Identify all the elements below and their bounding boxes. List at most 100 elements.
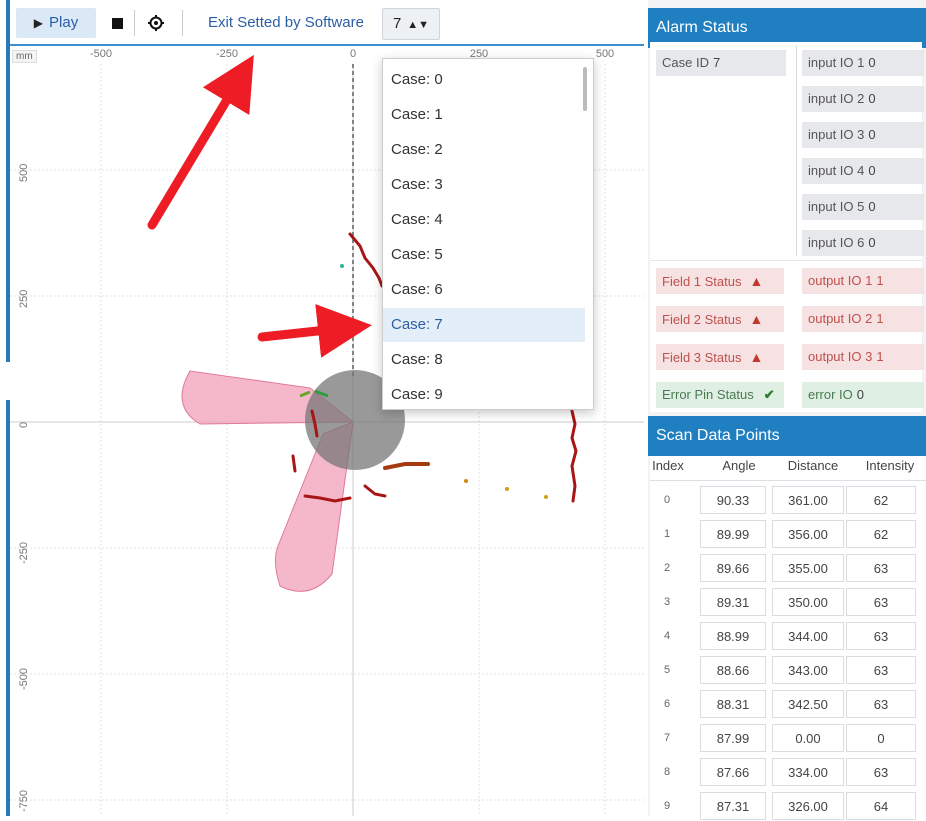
case-dropdown-menu: Case: 0 Case: 1 Case: 2 Case: 3 Case: 4 …	[382, 58, 594, 410]
input-io-label: input IO 2	[808, 91, 865, 106]
output-io-label: output IO 2	[808, 311, 873, 326]
input-io-chip: input IO 50	[802, 194, 924, 220]
output-io-label: output IO 3	[808, 349, 873, 364]
column-header: Angle	[722, 458, 756, 473]
output-io-chip: output IO 21	[802, 306, 924, 332]
input-io-label: input IO 4	[808, 163, 865, 178]
intensity-cell: 63	[846, 622, 916, 650]
input-io-value: 0	[868, 235, 876, 250]
input-io-label: input IO 1	[808, 55, 865, 70]
distance-cell: 344.00	[772, 622, 844, 650]
output-io-chip: output IO 31	[802, 344, 924, 370]
case-id-value: 7	[712, 55, 721, 70]
distance-cell: 343.00	[772, 656, 844, 684]
case-option[interactable]: Case: 1	[383, 98, 585, 132]
input-io-chip: input IO 20	[802, 86, 924, 112]
output-io-chip: output IO 11	[802, 268, 924, 294]
input-io-value: 0	[868, 127, 876, 142]
case-id-label: Case ID	[662, 55, 709, 70]
row-index: 0	[663, 494, 671, 506]
column-header: Intensity	[865, 458, 915, 473]
error-io-chip: error IO 0	[802, 382, 924, 408]
distance-cell: 350.00	[772, 588, 844, 616]
case-option[interactable]: Case: 5	[383, 238, 585, 272]
input-io-chip: input IO 60	[802, 230, 924, 256]
error-pin-label: Error Pin Status	[662, 387, 754, 402]
input-io-label: input IO 5	[808, 199, 865, 214]
field-status-label: Field 3 Status	[662, 350, 742, 365]
row-index: 7	[663, 732, 671, 744]
scan-data-header: Scan Data Points	[648, 416, 926, 456]
distance-cell: 355.00	[772, 554, 844, 582]
row-index: 4	[663, 630, 671, 642]
error-io-label: error IO	[808, 387, 853, 402]
distance-cell: 356.00	[772, 520, 844, 548]
intensity-cell: 62	[846, 520, 916, 548]
input-io-label: input IO 3	[808, 127, 865, 142]
angle-cell: 88.31	[700, 690, 766, 718]
side-panel: Alarm Status Case ID 7 input IO 10 input …	[648, 0, 926, 820]
warning-icon: ▲	[749, 349, 764, 365]
output-io-value: 1	[876, 311, 884, 326]
input-io-chip: input IO 40	[802, 158, 924, 184]
output-io-value: 1	[876, 273, 884, 288]
case-option-selected[interactable]: Case: 7	[383, 308, 585, 342]
scan-data-table: Index Angle Distance Intensity 0 90.33 361…	[650, 456, 926, 820]
case-option[interactable]: Case: 3	[383, 168, 585, 202]
row-index: 6	[663, 698, 671, 710]
error-pin-chip: Error Pin Status ✔	[656, 382, 784, 408]
intensity-cell: 63	[846, 554, 916, 582]
case-id-chip: Case ID 7	[656, 50, 786, 76]
case-option[interactable]: Case: 4	[383, 203, 585, 237]
case-option[interactable]: Case: 2	[383, 133, 585, 167]
warning-icon: ▲	[749, 311, 764, 327]
column-header: Distance	[787, 458, 839, 473]
field-status-chip: Field 2 Status ▲	[656, 306, 784, 332]
dropdown-scrollbar[interactable]	[583, 67, 587, 111]
angle-cell: 89.31	[700, 588, 766, 616]
error-io-value: 0	[856, 387, 865, 402]
intensity-cell: 62	[846, 486, 916, 514]
angle-cell: 89.66	[700, 554, 766, 582]
field-status-chip: Field 1 Status ▲	[656, 268, 784, 294]
input-io-chip: input IO 30	[802, 122, 924, 148]
intensity-cell: 63	[846, 758, 916, 786]
case-option[interactable]: Case: 0	[383, 63, 585, 97]
row-index: 2	[663, 562, 671, 574]
angle-cell: 87.99	[700, 724, 766, 752]
distance-cell: 334.00	[772, 758, 844, 786]
case-option[interactable]: Case: 8	[383, 343, 585, 377]
output-io-value: 1	[876, 349, 884, 364]
angle-cell: 88.99	[700, 622, 766, 650]
output-io-label: output IO 1	[808, 273, 873, 288]
intensity-cell: 63	[846, 690, 916, 718]
input-io-value: 0	[868, 163, 876, 178]
check-icon: ✔	[763, 387, 775, 402]
case-option[interactable]: Case: 6	[383, 273, 585, 307]
distance-cell: 0.00	[772, 724, 844, 752]
intensity-cell: 0	[846, 724, 916, 752]
case-option[interactable]: Case: 9	[383, 378, 585, 412]
field-status-chip: Field 3 Status ▲	[656, 344, 784, 370]
angle-cell: 90.33	[700, 486, 766, 514]
input-io-chip: input IO 10	[802, 50, 924, 76]
row-index: 3	[663, 596, 671, 608]
alarm-status-panel: Case ID 7 input IO 10 input IO 20 input I…	[650, 42, 924, 412]
row-index: 5	[663, 664, 671, 676]
intensity-cell: 63	[846, 656, 916, 684]
input-io-value: 0	[868, 199, 876, 214]
angle-cell: 87.66	[700, 758, 766, 786]
angle-cell: 88.66	[700, 656, 766, 684]
field-status-label: Field 1 Status	[662, 274, 742, 289]
input-io-value: 0	[868, 55, 876, 70]
row-index: 8	[663, 766, 671, 778]
field-status-label: Field 2 Status	[662, 312, 742, 327]
distance-cell: 361.00	[772, 486, 844, 514]
angle-cell: 89.99	[700, 520, 766, 548]
row-index: 1	[663, 528, 671, 540]
distance-cell: 342.50	[772, 690, 844, 718]
input-io-label: input IO 6	[808, 235, 865, 250]
intensity-cell: 63	[846, 588, 916, 616]
column-header: Index	[652, 458, 684, 473]
warning-icon: ▲	[749, 273, 764, 289]
